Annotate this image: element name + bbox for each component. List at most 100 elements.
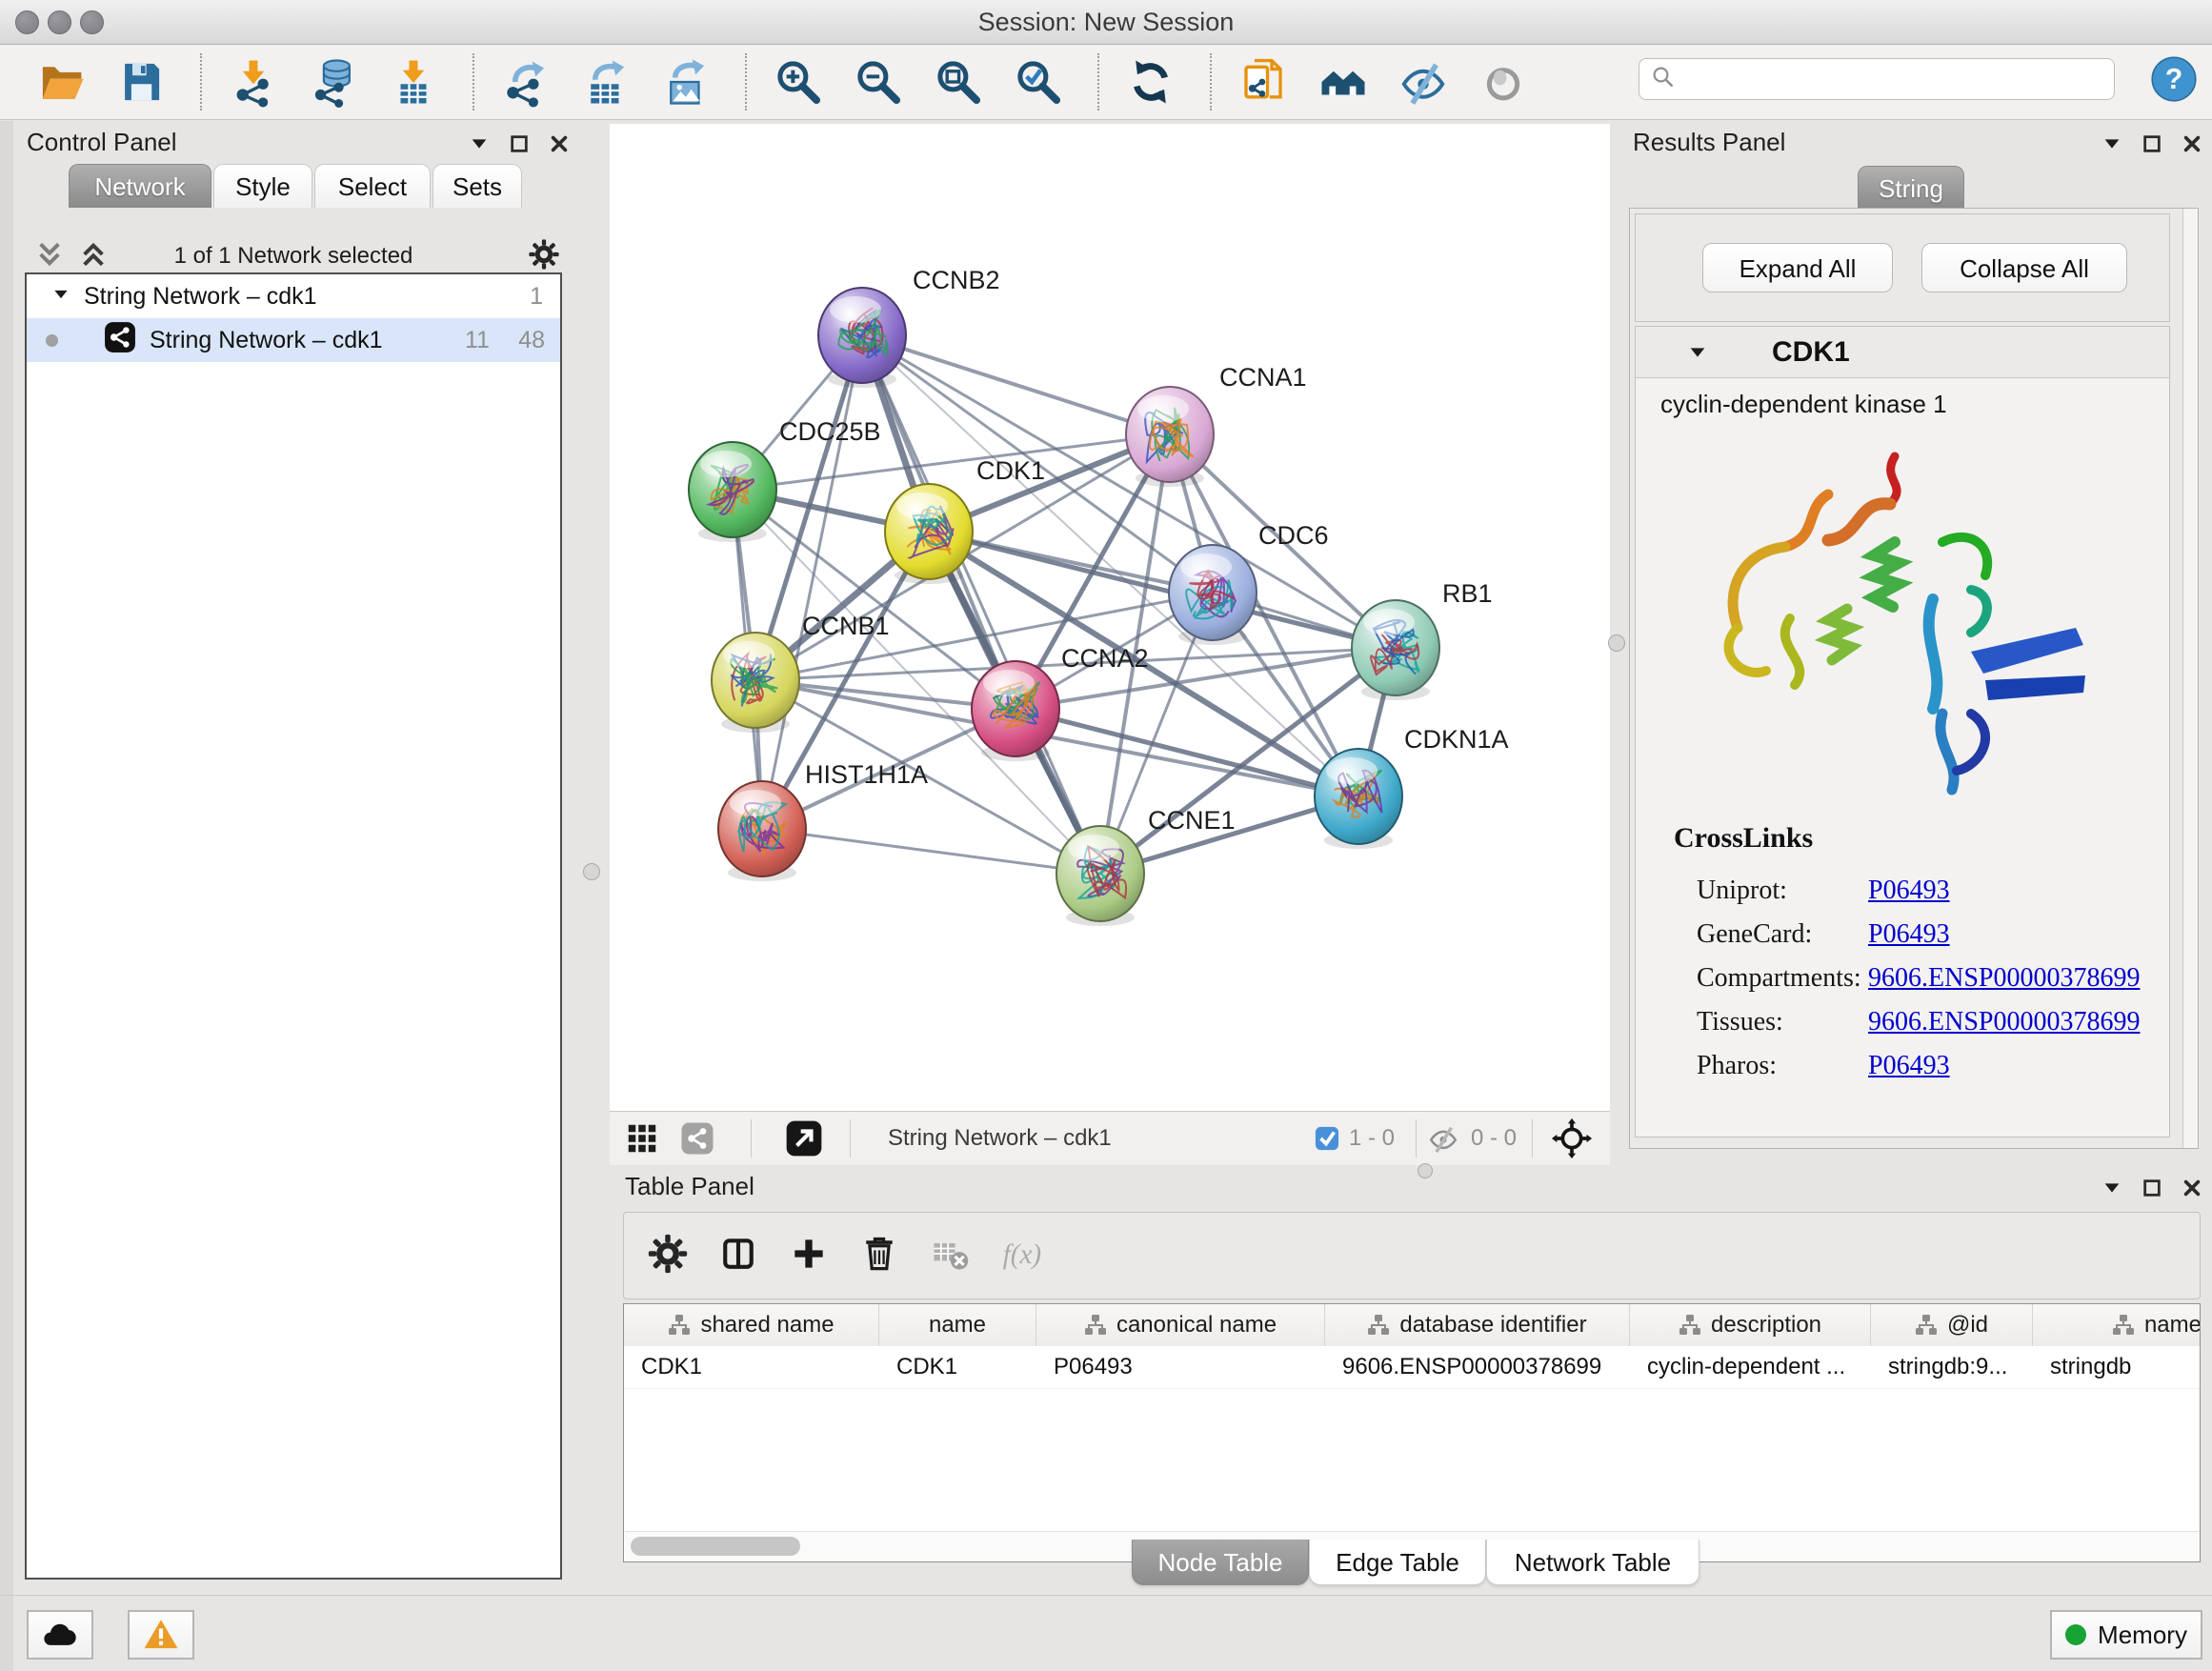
- crosslink-link[interactable]: 9606.ENSP00000378699: [1868, 1007, 2140, 1037]
- zoom-fit-icon[interactable]: [932, 54, 985, 110]
- left-splitter-handle[interactable]: [583, 863, 600, 880]
- hide-panel-icon[interactable]: [1397, 54, 1450, 110]
- search-input[interactable]: [1678, 65, 2091, 93]
- show-panel-icon[interactable]: [1477, 54, 1530, 110]
- column-header-database-identifier[interactable]: database identifier: [1325, 1304, 1630, 1346]
- cloud-button[interactable]: [27, 1610, 93, 1660]
- node-CDKN1A[interactable]: CDKN1A: [1315, 725, 1509, 849]
- float-panel-icon[interactable]: [2142, 133, 2162, 154]
- tab-network[interactable]: Network: [69, 164, 211, 208]
- scrollbar-thumb[interactable]: [631, 1537, 800, 1556]
- collapse-panel-icon[interactable]: [469, 133, 490, 154]
- float-panel-icon[interactable]: [509, 133, 530, 154]
- close-panel-icon[interactable]: [2182, 1178, 2202, 1198]
- zoom-selected-icon[interactable]: [1012, 54, 1065, 110]
- cell-database-identifier[interactable]: 9606.ENSP00000378699: [1325, 1346, 1630, 1388]
- search-box[interactable]: [1639, 58, 2115, 100]
- network-options-gear-icon[interactable]: [528, 238, 560, 275]
- network-collection-row[interactable]: String Network – cdk1 1: [27, 274, 560, 318]
- tab-style[interactable]: Style: [213, 164, 312, 208]
- edge-CCNB2-CCNE1[interactable]: [862, 335, 1100, 874]
- zoom-out-icon[interactable]: [852, 54, 905, 110]
- collapse-panel-icon[interactable]: [2101, 1178, 2122, 1198]
- column-header-canonical-name[interactable]: canonical name: [1036, 1304, 1325, 1346]
- zoom-in-icon[interactable]: [772, 54, 825, 110]
- node-HIST1H1A[interactable]: HIST1H1A: [718, 760, 928, 881]
- node-label-CCNA2: CCNA2: [1061, 644, 1149, 673]
- network-row-selected[interactable]: String Network – cdk1 11 48: [27, 318, 560, 362]
- crosslink-link[interactable]: P06493: [1868, 876, 1950, 906]
- grid-icon[interactable]: [625, 1121, 659, 1160]
- tab-sets[interactable]: Sets: [432, 164, 522, 208]
- export-network-icon[interactable]: [499, 54, 553, 110]
- gear-icon[interactable]: [647, 1233, 689, 1279]
- left-edge-strip: [0, 121, 13, 1671]
- import-table-icon[interactable]: [387, 54, 440, 110]
- network-home-icon[interactable]: [1317, 54, 1370, 110]
- move-icon[interactable]: [1551, 1117, 1593, 1164]
- crosslink-link[interactable]: P06493: [1868, 1051, 1950, 1081]
- import-network-icon[interactable]: [227, 54, 280, 110]
- add-icon[interactable]: [788, 1233, 830, 1279]
- cell-canonical-name[interactable]: P06493: [1036, 1346, 1325, 1388]
- close-window-icon[interactable]: [15, 10, 39, 34]
- results-scrollbar[interactable]: [2182, 209, 2198, 1148]
- string-network-graph[interactable]: CCNB2 CCNA1 CDC25B CDK1 CDC6 RB1: [610, 124, 1610, 1111]
- export-image-icon[interactable]: [659, 54, 713, 110]
- column-header-name[interactable]: name: [879, 1304, 1036, 1346]
- save-session-icon[interactable]: [114, 54, 168, 110]
- crosslink-link[interactable]: P06493: [1868, 919, 1950, 950]
- node-CCNA1[interactable]: CCNA1: [1126, 363, 1307, 487]
- refresh-icon[interactable]: [1124, 54, 1177, 110]
- crosslink-link[interactable]: 9606.ENSP00000378699: [1868, 963, 2140, 994]
- import-database-icon[interactable]: [307, 54, 360, 110]
- open-session-icon[interactable]: [34, 54, 88, 110]
- cell-description[interactable]: cyclin-dependent ...: [1630, 1346, 1871, 1388]
- column-header-namespace[interactable]: namespace: [2033, 1304, 2201, 1346]
- close-panel-icon[interactable]: [2182, 133, 2202, 154]
- collection-caret-icon[interactable]: [51, 283, 70, 311]
- float-panel-icon[interactable]: [2142, 1178, 2162, 1198]
- minimize-window-icon[interactable]: [48, 10, 71, 34]
- tab-select[interactable]: Select: [314, 164, 431, 208]
- column-header-description[interactable]: description: [1630, 1304, 1871, 1346]
- cell-@id[interactable]: stringdb:9...: [1871, 1346, 2033, 1388]
- memory-button[interactable]: Memory: [2050, 1610, 2202, 1660]
- expand-all-button[interactable]: Expand All: [1702, 243, 1893, 292]
- tab-string[interactable]: String: [1858, 166, 1964, 210]
- node-CCNE1[interactable]: CCNE1: [1056, 806, 1236, 926]
- annotation-icon[interactable]: [1237, 54, 1290, 110]
- gene-section-header[interactable]: CDK1: [1636, 327, 2169, 378]
- open-view-icon[interactable]: [785, 1119, 823, 1162]
- selected-checkbox-icon[interactable]: [1315, 1126, 1339, 1156]
- share-gray-icon[interactable]: [680, 1121, 714, 1160]
- edge-CCNB2-CCNA1[interactable]: [862, 335, 1170, 434]
- node-RB1[interactable]: RB1: [1352, 579, 1493, 700]
- cell-namespace[interactable]: stringdb: [2033, 1346, 2201, 1388]
- tab-network-table[interactable]: Network Table: [1486, 1540, 1699, 1585]
- export-table-icon[interactable]: [579, 54, 633, 110]
- edge-CCNB2-HIST1H1A[interactable]: [762, 335, 862, 829]
- tab-node-table[interactable]: Node Table: [1132, 1540, 1309, 1585]
- cell-name[interactable]: CDK1: [879, 1346, 1036, 1388]
- help-icon[interactable]: ?: [2149, 54, 2199, 109]
- warning-button[interactable]: [128, 1610, 194, 1660]
- eye-hidden-icon[interactable]: [1427, 1122, 1459, 1159]
- tab-edge-table[interactable]: Edge Table: [1309, 1540, 1486, 1585]
- columns-icon[interactable]: [717, 1233, 759, 1279]
- cell-shared-name[interactable]: CDK1: [624, 1346, 879, 1388]
- section-caret-icon[interactable]: [1687, 342, 1708, 368]
- network-view-canvas[interactable]: CCNB2 CCNA1 CDC25B CDK1 CDC6 RB1: [610, 124, 1610, 1111]
- hidden-count: 0 - 0: [1471, 1112, 1517, 1165]
- network-edge-count: 48: [518, 327, 545, 354]
- node-CDC25B[interactable]: CDC25B: [689, 417, 881, 542]
- column-header-shared-name[interactable]: shared name: [624, 1304, 879, 1346]
- maximize-window-icon[interactable]: [80, 10, 104, 34]
- collapse-panel-icon[interactable]: [2101, 133, 2122, 154]
- close-panel-icon[interactable]: [549, 133, 570, 154]
- delete-icon[interactable]: [858, 1233, 900, 1279]
- collapse-all-button[interactable]: Collapse All: [1921, 243, 2127, 292]
- column-header-@id[interactable]: @id: [1871, 1304, 2033, 1346]
- table-row[interactable]: CDK1CDK1P064939606.ENSP00000378699cyclin…: [624, 1346, 2200, 1389]
- edge-HIST1H1A-CCNE1[interactable]: [762, 829, 1100, 874]
